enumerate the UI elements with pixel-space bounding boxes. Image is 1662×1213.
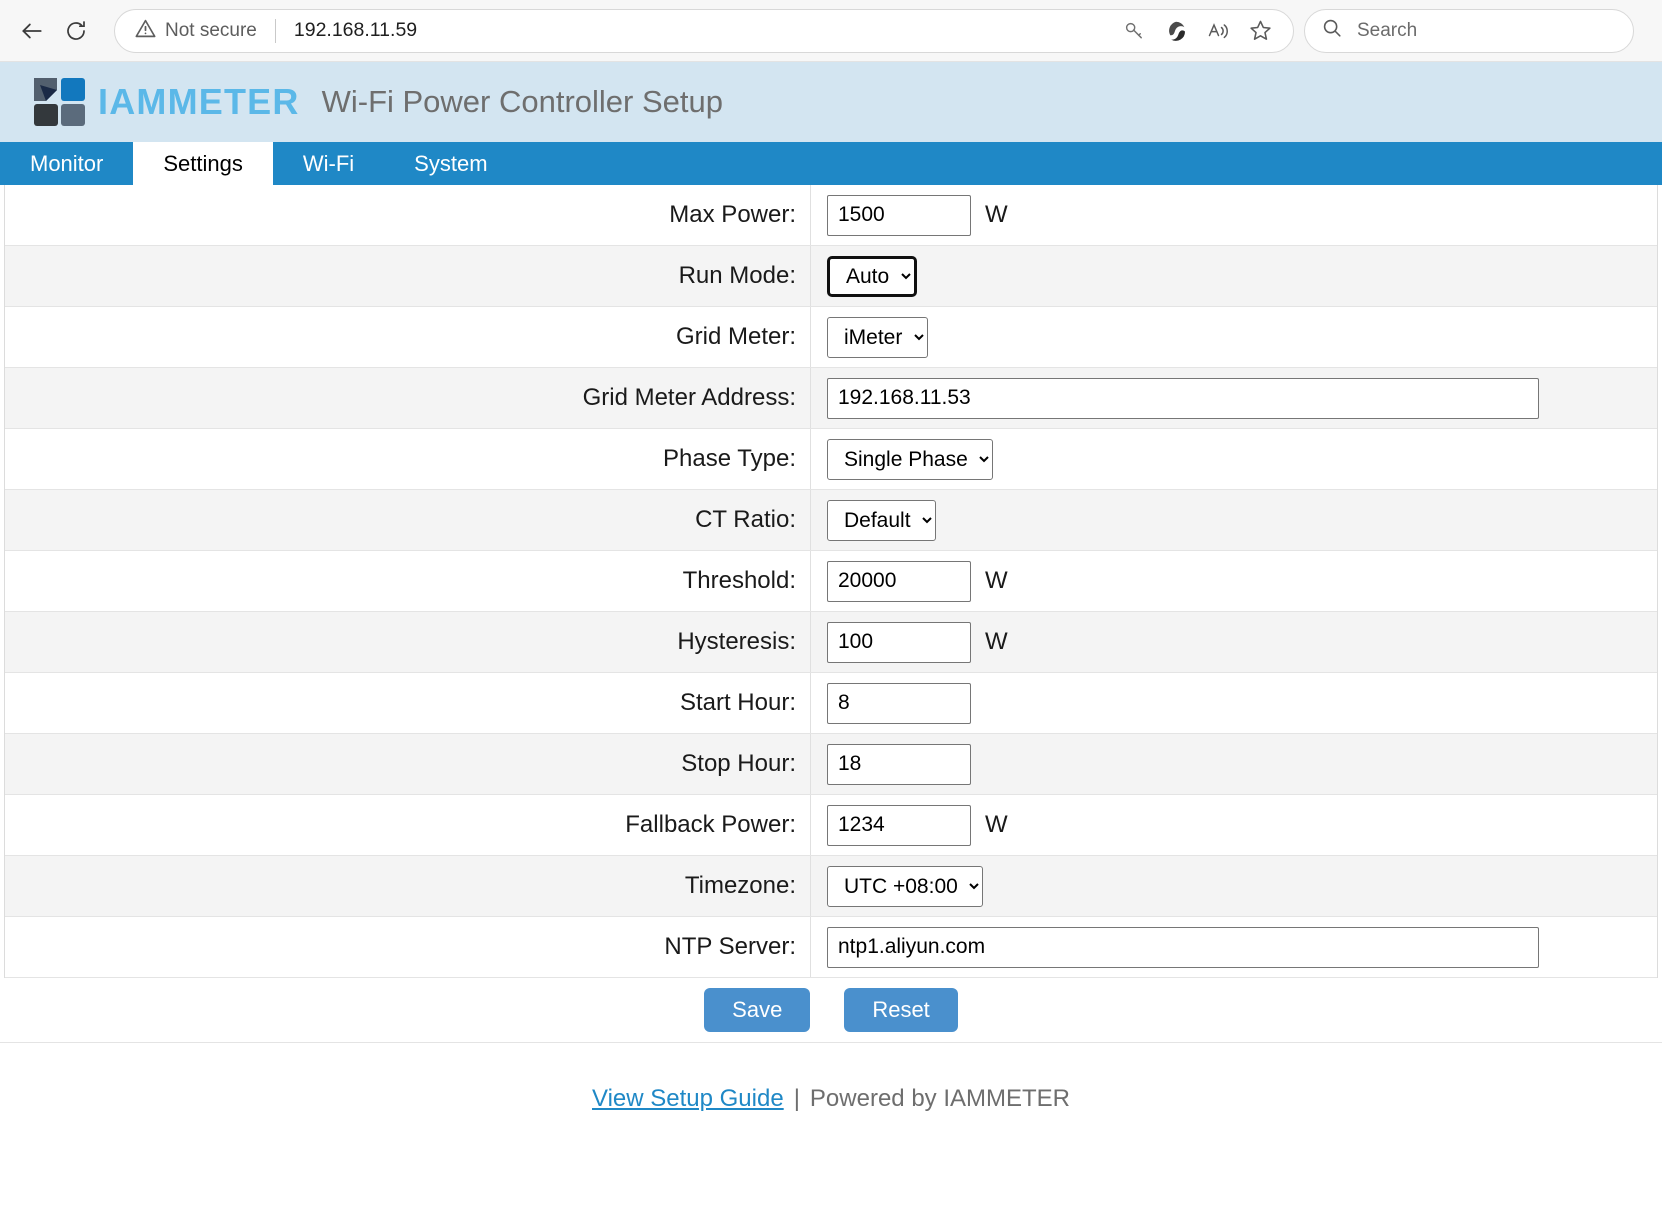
field-cell: [811, 926, 1657, 968]
tab-system[interactable]: System: [384, 142, 517, 185]
form-row: Grid Meter: iMeter: [5, 307, 1657, 368]
field-label: Hysteresis:: [5, 612, 811, 672]
brand-name: IAMMETER: [98, 81, 300, 122]
field-label: Start Hour:: [5, 673, 811, 733]
threshold-input[interactable]: [827, 560, 971, 602]
form-row: CT Ratio: Default: [5, 490, 1657, 551]
unit-label: W: [985, 628, 1008, 655]
run-mode-select[interactable]: Auto: [827, 255, 917, 297]
field-cell: W: [811, 804, 1657, 846]
key-icon[interactable]: [1115, 12, 1153, 50]
unit-label: W: [985, 201, 1008, 228]
field-cell: [811, 377, 1657, 419]
field-label: Grid Meter Address:: [5, 368, 811, 428]
address-bar-actions: [1115, 12, 1279, 50]
page-title: Wi-Fi Power Controller Setup: [321, 84, 723, 119]
browser-toolbar: Not secure 192.168.11.59 Search: [0, 0, 1662, 62]
field-cell: W: [811, 194, 1657, 236]
ntp-server-input[interactable]: [827, 926, 1539, 968]
warning-triangle-icon: [135, 18, 156, 44]
security-label: Not secure: [165, 19, 257, 41]
field-label: Grid Meter:: [5, 307, 811, 367]
footer: View Setup Guide | Powered by IAMMETER: [0, 1043, 1662, 1113]
tab-wifi[interactable]: Wi-Fi: [273, 142, 384, 185]
field-cell: [811, 682, 1657, 724]
form-row: Threshold: W: [5, 551, 1657, 612]
ct-ratio-select[interactable]: Default: [827, 499, 936, 541]
unit-label: W: [985, 811, 1008, 838]
field-label: Fallback Power:: [5, 795, 811, 855]
timezone-select[interactable]: UTC +08:00: [827, 865, 983, 907]
grid-meter-select[interactable]: iMeter: [827, 316, 928, 358]
form-row: Grid Meter Address:: [5, 368, 1657, 429]
max-power-input[interactable]: [827, 194, 971, 236]
form-row: Timezone: UTC +08:00: [5, 856, 1657, 917]
field-label: Run Mode:: [5, 246, 811, 306]
form-row: Phase Type: Single Phase: [5, 429, 1657, 490]
field-label: CT Ratio:: [5, 490, 811, 550]
page-header: IAMMETER Wi-Fi Power Controller Setup: [0, 62, 1662, 142]
fallback-power-input[interactable]: [827, 804, 971, 846]
reset-button[interactable]: Reset: [844, 987, 958, 1033]
search-input[interactable]: Search: [1304, 8, 1634, 53]
footer-separator: |: [793, 1085, 800, 1112]
tab-settings[interactable]: Settings: [133, 142, 273, 185]
form-row: Stop Hour:: [5, 734, 1657, 795]
form-row: Run Mode: Auto: [5, 246, 1657, 307]
grid-meter-address-input[interactable]: [827, 377, 1539, 419]
field-cell: Default: [811, 499, 1657, 541]
field-cell: Single Phase: [811, 438, 1657, 480]
copilot-icon[interactable]: [1157, 12, 1195, 50]
search-placeholder: Search: [1357, 19, 1418, 41]
url-text[interactable]: 192.168.11.59: [294, 19, 1107, 42]
iammeter-logo-icon: [32, 76, 88, 128]
field-cell: W: [811, 621, 1657, 663]
stop-hour-input[interactable]: [827, 743, 971, 785]
field-label: Timezone:: [5, 856, 811, 916]
security-indicator[interactable]: Not secure: [135, 18, 257, 44]
address-bar[interactable]: Not secure 192.168.11.59: [114, 8, 1294, 53]
field-cell: Auto: [811, 255, 1657, 297]
back-button[interactable]: [10, 9, 54, 53]
hysteresis-input[interactable]: [827, 621, 971, 663]
tab-monitor[interactable]: Monitor: [0, 142, 133, 185]
form-row: Max Power: W: [5, 185, 1657, 246]
field-cell: iMeter: [811, 316, 1657, 358]
field-label: Phase Type:: [5, 429, 811, 489]
save-button[interactable]: Save: [704, 987, 811, 1033]
form-row: NTP Server:: [5, 917, 1657, 978]
form-row: Fallback Power: W: [5, 795, 1657, 856]
read-aloud-icon[interactable]: [1199, 12, 1237, 50]
address-divider: [274, 18, 276, 43]
form-row: Hysteresis: W: [5, 612, 1657, 673]
field-cell: W: [811, 560, 1657, 602]
back-arrow-icon: [19, 18, 45, 44]
settings-form: Max Power: W Run Mode: Auto Grid Meter: iMete…: [4, 185, 1658, 978]
reload-button[interactable]: [54, 9, 98, 53]
favorite-star-icon[interactable]: [1241, 12, 1279, 50]
field-label: NTP Server:: [5, 917, 811, 977]
reload-icon: [64, 19, 88, 43]
field-label: Max Power:: [5, 185, 811, 245]
start-hour-input[interactable]: [827, 682, 971, 724]
tab-bar: Monitor Settings Wi-Fi System: [0, 142, 1662, 185]
field-label: Stop Hour:: [5, 734, 811, 794]
form-row: Start Hour:: [5, 673, 1657, 734]
search-icon: [1321, 17, 1343, 44]
field-cell: UTC +08:00: [811, 865, 1657, 907]
form-actions: Save Reset: [0, 978, 1662, 1043]
field-label: Threshold:: [5, 551, 811, 611]
powered-by-label: Powered by IAMMETER: [809, 1085, 1070, 1112]
field-cell: [811, 743, 1657, 785]
phase-type-select[interactable]: Single Phase: [827, 438, 993, 480]
view-setup-guide-link[interactable]: View Setup Guide: [592, 1085, 784, 1113]
unit-label: W: [985, 567, 1008, 594]
